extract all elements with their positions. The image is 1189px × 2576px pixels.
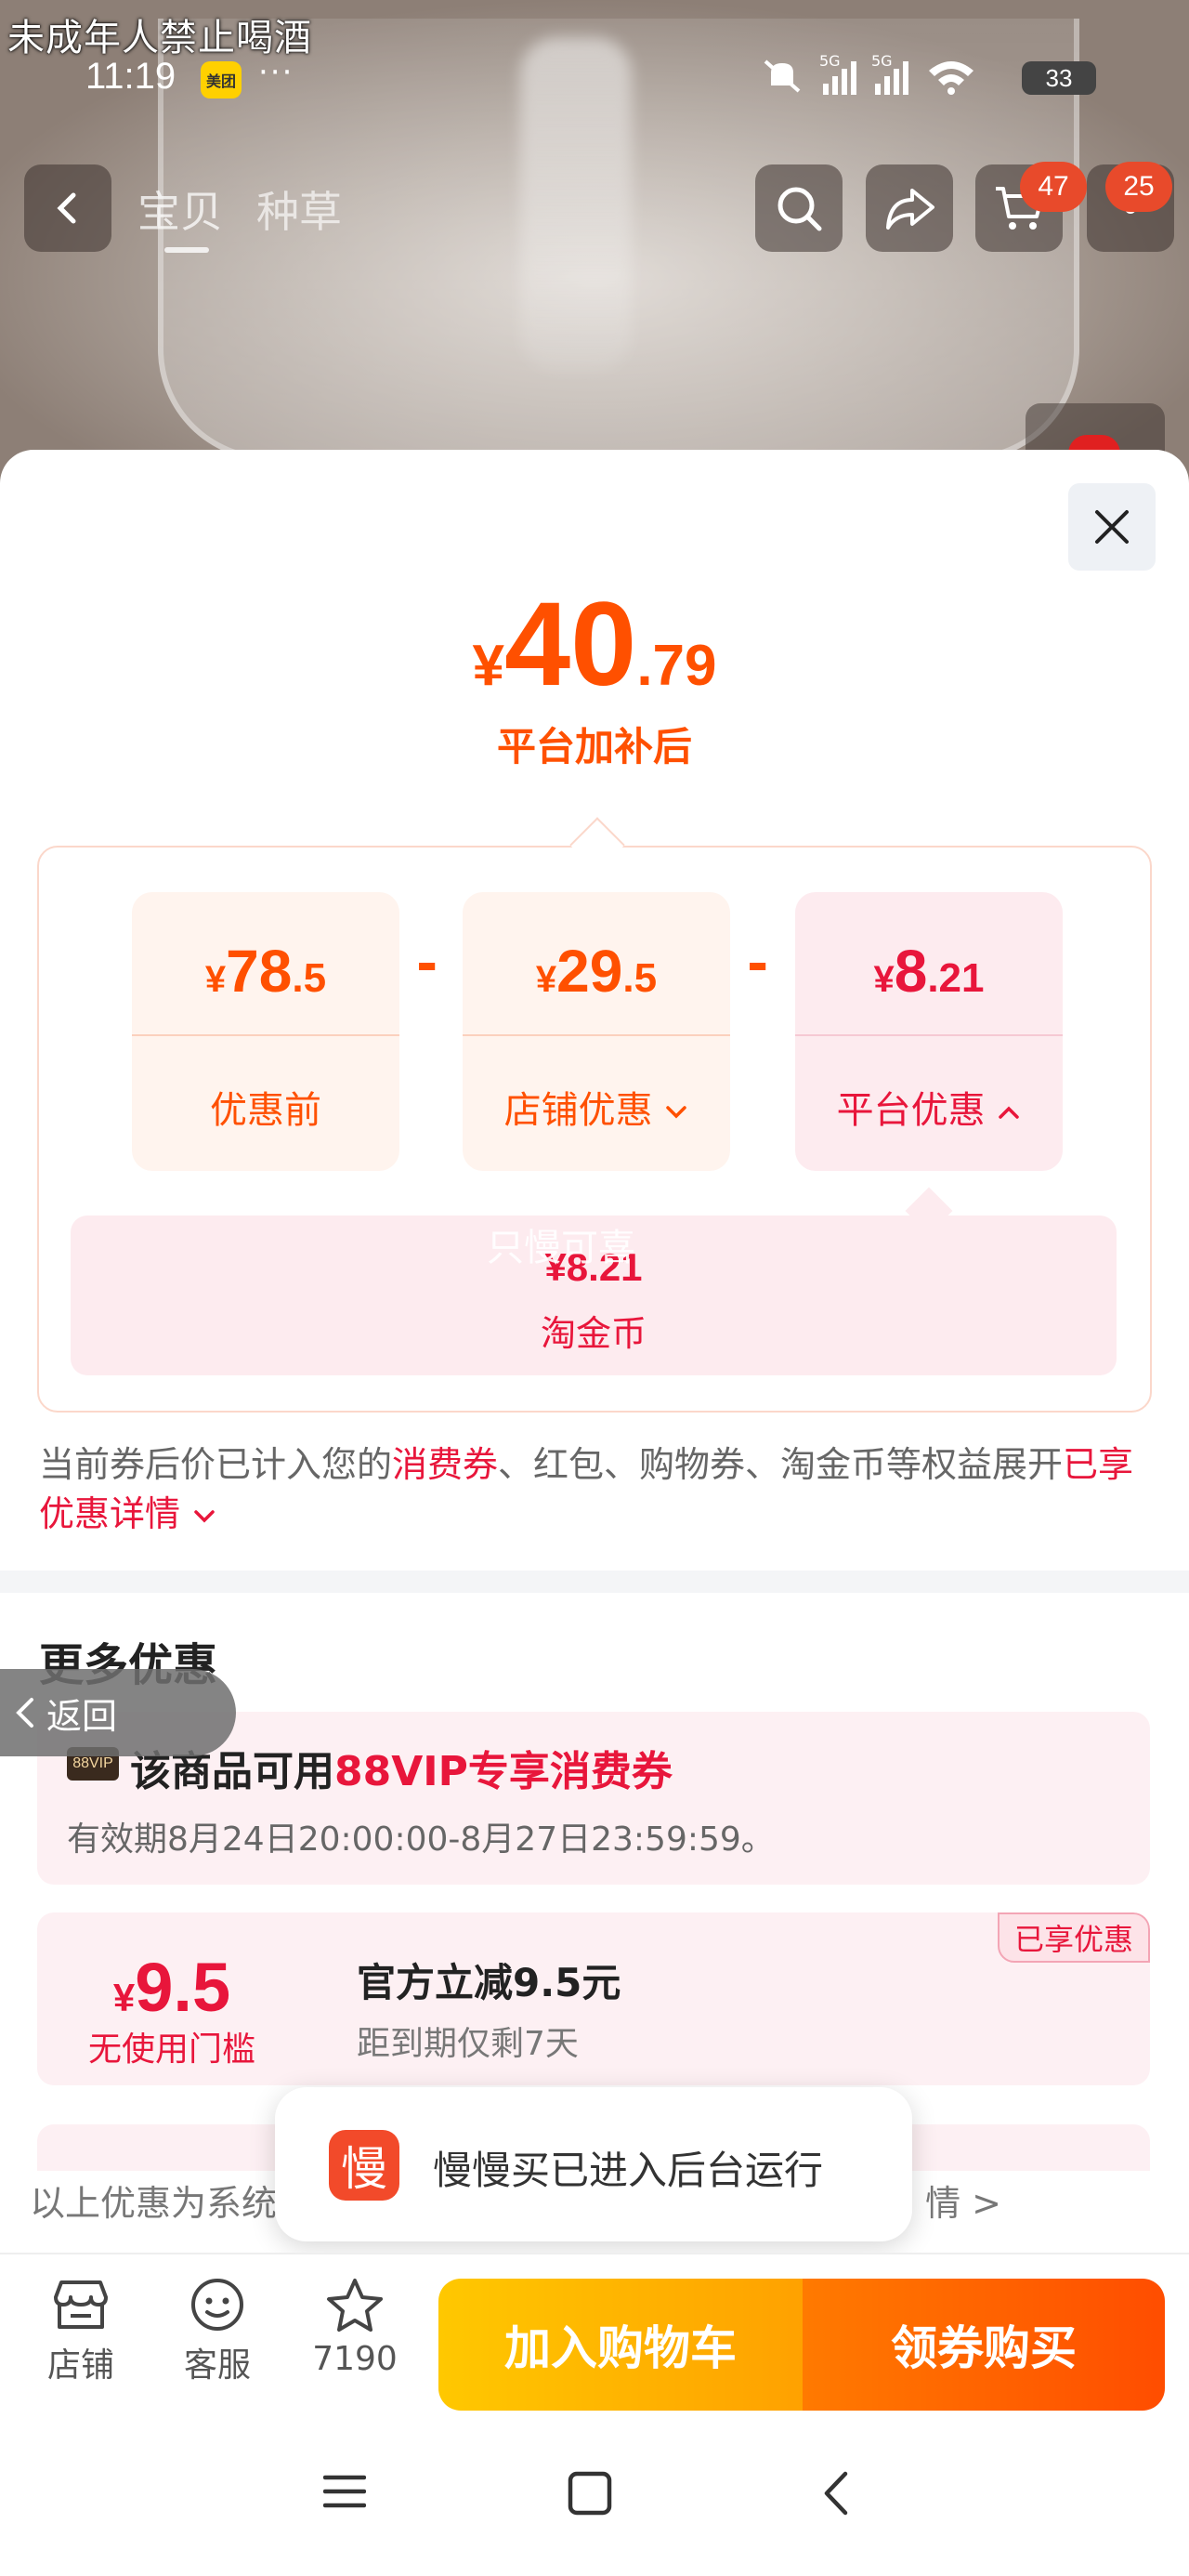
consumption-coupon-highlight: 消费券 [392,1444,499,1485]
status-icons: 5G 5G [760,52,975,95]
final-price: ¥40.79 [0,576,1189,713]
toast-message: 慢慢买已进入后台运行 [433,2148,824,2193]
coupon-expiry: 距到期仅剩7天 [357,2025,579,2063]
signal-icon-2: 5G [871,52,908,95]
signal-icon-1: 5G [819,52,856,95]
menu-icon[interactable] [323,2470,366,2513]
price-decimal: .79 [636,634,717,698]
close-icon [1095,510,1129,544]
return-button[interactable]: 返回 [0,1669,236,1756]
meituan-app-icon: 美团 [201,61,242,99]
tao-coin-label: 淘金币 [540,1313,647,1354]
footnote-details-link[interactable]: 情 > [925,2175,1001,2226]
tab-zhongcao[interactable]: 种草 [256,178,342,240]
tab-baobei[interactable]: 宝贝 [137,178,223,240]
official-discount-coupon[interactable]: ¥9.5 无使用门槛 官方立减9.5元 距到期仅剩7天 已享优惠 [37,1912,1150,2085]
favorite-count: 7190 [312,2340,398,2378]
cart-count-badge: 47 [1020,162,1087,212]
close-button[interactable] [1068,483,1156,571]
coupon-title: 官方立减9.5元 [357,1960,621,2005]
search-icon [777,187,822,231]
platform-discount-card[interactable]: ¥8.21 平台优惠 [795,892,1063,1171]
status-time: 11:19 [85,56,176,97]
minus-sign: - [416,934,438,994]
shop-discount-card[interactable]: ¥29.5 店铺优惠 [463,892,730,1171]
coupon-amount: 9.5 [135,1949,231,2026]
coupon-condition: 无使用门槛 [87,2031,255,2069]
original-price-card: ¥78.5 优惠前 [132,892,399,1171]
drink-highlight [520,37,632,372]
vip-coupon-highlight: 88VIP专享消费券 [334,1748,673,1795]
price-caption: 平台加补后 [496,724,692,769]
back-nav-icon[interactable] [817,2470,855,2517]
search-button[interactable] [755,164,843,252]
platform-discount-label: 平台优惠 [836,1089,986,1132]
shop-discount-label: 店铺优惠 [503,1089,653,1132]
buy-with-coupon-button[interactable]: 领券购买 [803,2279,1165,2411]
chevron-up-icon [999,1106,1020,1119]
bottom-action-bar: 店铺 客服 7190 加入购物车 领券购买 [0,2253,1189,2414]
minus-sign: - [747,934,769,994]
back-button[interactable] [24,164,111,252]
vip-validity: 有效期8月24日20:00:00-8月27日23:59:59。 [67,1820,775,1859]
shop-label: 店铺 [46,2346,114,2385]
return-label: 返回 [46,1695,118,1737]
customer-service-button[interactable]: 客服 [162,2277,273,2386]
customer-service-icon [191,2279,243,2331]
star-icon [327,2279,383,2332]
chevron-left-icon [57,192,76,224]
price-currency: ¥ [472,634,504,698]
section-divider [0,1571,1189,1593]
background-running-toast: 慢 慢慢买已进入后台运行 [275,2087,912,2241]
more-notifications-icon: ··· [258,54,294,91]
home-icon[interactable] [567,2470,613,2517]
message-count-badge: 25 [1105,162,1172,212]
discount-disclaimer: 当前券后价已计入您的消费券、红包、购物券、淘金币等权益展开已享优惠详情 [39,1444,1134,1534]
share-icon [886,189,934,230]
customer-service-label: 客服 [183,2346,251,2385]
system-navigation-bar [0,2412,1189,2576]
chevron-left-icon [16,1698,33,1728]
price-integer: 40 [503,578,637,711]
wifi-icon [929,61,973,95]
battery-indicator: 33 [1022,61,1096,95]
active-tab-underline [164,247,209,253]
watermark-text: 只慢可喜 [487,1227,635,1269]
favorite-button[interactable]: 7190 [299,2277,411,2378]
add-to-cart-button[interactable]: 加入购物车 [438,2279,803,2411]
shop-icon [54,2280,108,2329]
original-price-label: 优惠前 [210,1089,321,1132]
shop-button[interactable]: 店铺 [25,2277,137,2386]
manmanmai-app-icon: 慢 [329,2130,399,2201]
coupon-applied-tag: 已享优惠 [997,1912,1150,1963]
chevron-down-icon [194,1509,215,1522]
share-button[interactable] [866,164,953,252]
chevron-down-icon [666,1106,687,1119]
mute-icon [764,59,801,93]
